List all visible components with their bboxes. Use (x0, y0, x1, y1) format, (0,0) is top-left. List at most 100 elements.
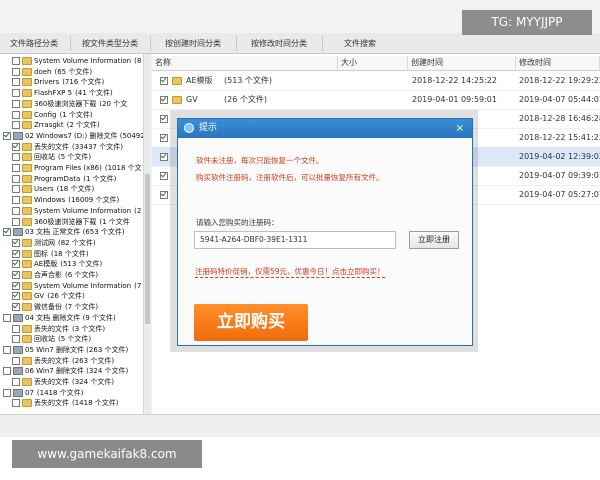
folder-icon (22, 378, 32, 386)
tree-checkbox[interactable] (12, 142, 20, 151)
drive-icon (13, 345, 23, 354)
tree-folder-node[interactable]: 丢失的文件 (324 个文件) (12, 377, 114, 387)
tree-checkbox[interactable] (12, 260, 20, 269)
tree-node-label: GV (34, 292, 45, 301)
tree-checkbox[interactable] (12, 153, 20, 162)
tree-checkbox[interactable] (12, 324, 20, 333)
tab-by-modified-time[interactable]: 按修改时间分类 (236, 36, 321, 51)
file-list-row[interactable]: GV (26 个文件) 2019-04-01 09:59:01 2019-04-07 … (152, 90, 600, 110)
tree-folder-node[interactable]: Drivers (716 个文件) (12, 77, 104, 87)
tree-folder-node[interactable]: 测试网 (82 个文件) (12, 238, 96, 248)
tree-folder-node[interactable]: Config (1 个文件) (12, 110, 93, 120)
tree-checkbox[interactable] (12, 271, 20, 279)
tree-node-label: 图标 (34, 249, 48, 258)
tree-checkbox[interactable] (3, 131, 11, 140)
tree-checkbox[interactable] (12, 238, 20, 247)
tree-scrollbar-thumb[interactable] (145, 174, 150, 324)
tree-checkbox[interactable] (12, 164, 20, 172)
tree-folder-node[interactable]: Program Files (x86) (1018 个文 (12, 163, 142, 173)
tree-folder-node[interactable]: System Volume Information (8 - (12, 56, 146, 66)
tree-checkbox[interactable] (12, 185, 20, 194)
tree-folder-node[interactable]: 合声合影 (6 个文件) (12, 270, 98, 280)
row-checkbox[interactable] (160, 77, 168, 85)
tree-checkbox[interactable] (12, 356, 20, 365)
row-checkbox[interactable] (160, 134, 168, 142)
tree-folder-node[interactable]: GV (26 个文件) (12, 291, 85, 301)
promo-link[interactable]: 注册码特价促销，仅需59元，优惠今日！点击立即购买！ (195, 266, 385, 278)
tree-checkbox[interactable] (3, 367, 11, 376)
column-created[interactable]: 创建时间 (408, 56, 516, 70)
tree-drive-node[interactable]: 02 Windows7 (D:) 删除文件 (50492 - (3, 131, 150, 141)
tree-checkbox[interactable] (12, 89, 20, 98)
tree-node-label: 05 Win7 删除文件 (263 个文件) (25, 345, 129, 354)
tree-folder-node[interactable]: 丢失的文件 (3 个文件) (12, 324, 105, 334)
tree-checkbox[interactable] (12, 78, 20, 87)
tree-checkbox[interactable] (12, 378, 20, 386)
close-icon[interactable]: × (456, 119, 464, 138)
tree-node-label: 360极速浏览器下载 (34, 99, 97, 108)
tree-checkbox[interactable] (12, 67, 20, 76)
registration-code-input[interactable]: 5941-A264-DBF0-39E1-1311 (194, 231, 396, 249)
tree-scrollbar[interactable] (143, 54, 151, 414)
file-list-row[interactable]: AE模版 (513 个文件) 2018-12-22 14:25:22 2018-12-… (152, 71, 600, 91)
tree-checkbox[interactable] (12, 99, 20, 108)
tree-checkbox[interactable] (3, 388, 11, 397)
tree-checkbox[interactable] (12, 206, 20, 215)
tree-folder-node[interactable]: Users (18 个文件) (12, 184, 94, 194)
tree-folder-node[interactable]: 回收站 (5 个文件) (12, 334, 91, 344)
tree-checkbox[interactable] (12, 196, 20, 205)
tab-by-created-time[interactable]: 按创建时间分类 (150, 36, 235, 51)
tree-folder-node[interactable]: 360极速浏览器下载 (20 个文 (12, 99, 127, 109)
tree-checkbox[interactable] (12, 57, 20, 65)
tree-checkbox[interactable] (12, 399, 20, 408)
tree-drive-node[interactable]: 03 文档 正常文件 (653 个文件) (3, 227, 128, 237)
tree-checkbox[interactable] (12, 217, 20, 226)
tree-checkbox[interactable] (12, 110, 20, 119)
column-size[interactable]: 大小 (338, 56, 408, 70)
tab-by-path[interactable]: 文件路径分类 (0, 36, 68, 51)
tree-folder-node[interactable]: Windows (16009 个文件) (12, 195, 119, 205)
buy-now-button[interactable]: 立即购买 (194, 304, 308, 341)
tree-folder-node[interactable]: AE模版 (513 个文件) (12, 259, 102, 269)
tree-folder-node[interactable]: 回收站 (5 个文件) (12, 152, 91, 162)
tree-folder-node[interactable]: ProgramData (1 个文件) (12, 174, 116, 184)
row-checkbox[interactable] (160, 96, 168, 104)
tree-folder-node[interactable]: 图标 (18 个文件) (12, 249, 89, 259)
row-checkbox[interactable] (160, 172, 168, 180)
column-name[interactable]: 名称 (152, 56, 338, 70)
tab-by-file-type[interactable]: 按文件类型分类 (70, 36, 149, 51)
row-checkbox[interactable] (160, 115, 168, 123)
tree-node-label: 回收站 (34, 153, 55, 162)
tree-checkbox[interactable] (12, 249, 20, 258)
tree-checkbox[interactable] (12, 174, 20, 183)
tree-folder-node[interactable]: FlashFXP 5 (41 个文件) (12, 88, 113, 98)
tree-folder-node[interactable]: 360极速浏览器下载 (1 个文件 (12, 217, 130, 227)
tree-checkbox[interactable] (3, 313, 11, 322)
tree-folder-node[interactable]: 丢失的文件 (263 个文件) (12, 356, 114, 366)
tree-folder-node[interactable]: System Volume Information (7 - (12, 281, 146, 291)
tab-file-search[interactable]: 文件搜索 (322, 36, 397, 51)
column-modified[interactable]: 修改时间 (516, 56, 600, 70)
tree-folder-node[interactable]: doeh (65 个文件) (12, 67, 92, 77)
tree-checkbox[interactable] (3, 228, 11, 237)
folder-icon (22, 174, 32, 183)
tree-folder-node[interactable]: 丢失的文件 (1418 个文件) (12, 398, 119, 408)
row-checkbox[interactable] (160, 153, 168, 161)
tree-drive-node[interactable]: 07 (1418 个文件) (3, 388, 83, 398)
tree-folder-node[interactable]: 微信备份 (7 个文件) (12, 302, 98, 312)
row-checkbox[interactable] (160, 191, 168, 199)
tree-checkbox[interactable] (12, 292, 20, 301)
tree-checkbox[interactable] (12, 121, 20, 130)
tree-checkbox[interactable] (3, 345, 11, 354)
register-now-button[interactable]: 立即注册 (409, 231, 459, 249)
tree-folder-node[interactable]: Zrrasgkt (2 个文件) (12, 120, 100, 130)
tree-drive-node[interactable]: 04 文档 删除文件 (9 个文件) (3, 313, 119, 323)
tree-folder-node[interactable]: System Volume Information (2 - (12, 206, 146, 216)
tree-drive-node[interactable]: 06 Win7 删除文件 (324 个文件) (3, 366, 131, 376)
tree-checkbox[interactable] (12, 303, 20, 312)
tree-folder-node[interactable]: 丢失的文件 (33437 个文件) (12, 142, 123, 152)
tree-node-label: 合声合影 (34, 271, 62, 279)
tree-drive-node[interactable]: 05 Win7 删除文件 (263 个文件) (3, 345, 131, 355)
tree-checkbox[interactable] (12, 281, 20, 290)
tree-checkbox[interactable] (12, 335, 20, 344)
